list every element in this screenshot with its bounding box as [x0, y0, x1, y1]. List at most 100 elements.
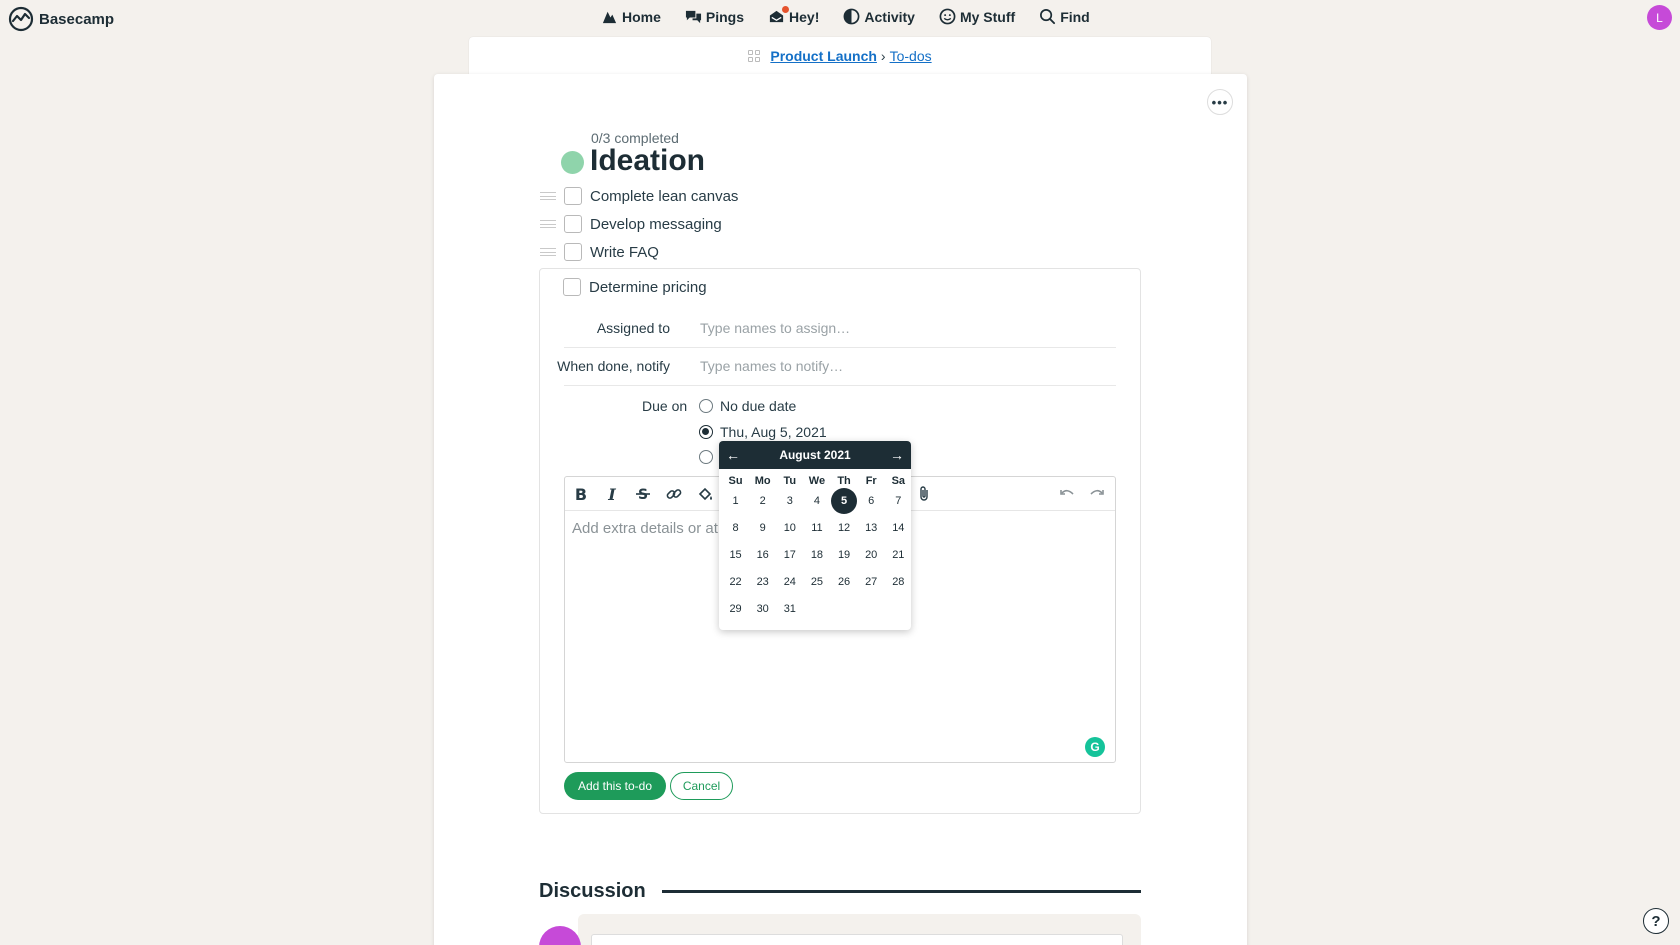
- date-picker: ← August 2021 → Su Mo Tu We Th Fr Sa 1 2 3 4 5 6 7 8 9 1…: [719, 441, 911, 630]
- nav-activity[interactable]: Activity: [843, 8, 915, 25]
- weekday-header: Tu: [783, 475, 797, 487]
- new-todo-title-input[interactable]: Determine pricing: [589, 279, 707, 296]
- link-icon[interactable]: [664, 484, 684, 504]
- radio-button[interactable]: [699, 450, 713, 464]
- calendar-day[interactable]: 2: [749, 487, 776, 514]
- calendar-day[interactable]: 17: [776, 541, 803, 568]
- strikethrough-icon[interactable]: S: [633, 484, 653, 504]
- todo-checkbox[interactable]: [564, 243, 582, 261]
- assigned-to-input[interactable]: Type names to assign…: [700, 320, 850, 336]
- calendar-day[interactable]: 31: [776, 595, 803, 622]
- calendar-day[interactable]: 23: [749, 568, 776, 595]
- undo-icon[interactable]: [1057, 484, 1077, 504]
- new-todo-checkbox[interactable]: [563, 278, 581, 296]
- more-options-button[interactable]: •••: [1207, 89, 1233, 115]
- calendar-day-number: 14: [892, 521, 905, 534]
- todo-checkbox[interactable]: [564, 215, 582, 233]
- attachment-icon[interactable]: [915, 484, 935, 504]
- due-option-label[interactable]: Thu, Aug 5, 2021: [720, 424, 827, 440]
- weekday-header: Sa: [891, 475, 906, 487]
- notify-input[interactable]: Type names to notify…: [700, 358, 843, 374]
- todo-checkbox[interactable]: [564, 187, 582, 205]
- calendar-day[interactable]: 30: [749, 595, 776, 622]
- highlight-icon[interactable]: [695, 484, 715, 504]
- drag-handle-icon[interactable]: [540, 220, 556, 228]
- project-grid-icon[interactable]: [748, 50, 761, 62]
- calendar-day[interactable]: 10: [776, 514, 803, 541]
- italic-icon[interactable]: I: [602, 484, 622, 504]
- calendar-day[interactable]: 22: [722, 568, 749, 595]
- activity-icon: [843, 8, 860, 25]
- weekday-header: We: [808, 475, 826, 487]
- calendar-day-number: 21: [892, 548, 905, 561]
- drag-handle-icon[interactable]: [540, 248, 556, 256]
- calendar-day[interactable]: 19: [831, 541, 858, 568]
- new-todo-title-row: Determine pricing: [563, 278, 707, 296]
- my-stuff-icon: [939, 8, 956, 25]
- calendar-day[interactable]: 14: [885, 514, 912, 541]
- redo-icon[interactable]: [1087, 484, 1107, 504]
- prev-month-button[interactable]: ←: [726, 447, 740, 463]
- calendar-day[interactable]: 16: [749, 541, 776, 568]
- help-button[interactable]: ?: [1643, 908, 1669, 934]
- list-title[interactable]: Ideation: [590, 144, 705, 178]
- nav-find[interactable]: Find: [1039, 8, 1090, 25]
- calendar-day[interactable]: 26: [831, 568, 858, 595]
- breadcrumb-section-link[interactable]: To-dos: [890, 48, 932, 64]
- calendar-day[interactable]: 8: [722, 514, 749, 541]
- calendar-day-number: 9: [759, 521, 766, 534]
- calendar-day-number: 24: [783, 575, 796, 588]
- todo-label[interactable]: Write FAQ: [590, 244, 659, 261]
- calendar-day[interactable]: 1: [722, 487, 749, 514]
- calendar-day[interactable]: 6: [858, 487, 885, 514]
- todo-label[interactable]: Complete lean canvas: [590, 188, 738, 205]
- comment-input[interactable]: [591, 934, 1123, 945]
- todo-label[interactable]: Develop messaging: [590, 216, 722, 233]
- add-todo-button[interactable]: Add this to-do: [564, 772, 666, 800]
- drag-handle-icon[interactable]: [540, 192, 556, 200]
- radio-button[interactable]: [699, 399, 713, 413]
- calendar-day[interactable]: 13: [858, 514, 885, 541]
- nav-home[interactable]: Home: [601, 8, 661, 25]
- due-option-none[interactable]: No due date: [699, 398, 796, 414]
- breadcrumb-project-link[interactable]: Product Launch: [770, 48, 877, 64]
- nav-find-label: Find: [1060, 8, 1090, 25]
- calendar-grid: Su Mo Tu We Th Fr Sa 1 2 3 4 5 6 7 8 9 10 11 12 13 14 15 16 17 1…: [719, 469, 911, 622]
- nav-hey[interactable]: Hey!: [768, 6, 819, 25]
- radio-button-checked[interactable]: [699, 425, 713, 439]
- calendar-day[interactable]: 25: [803, 568, 830, 595]
- calendar-day-number: 13: [865, 521, 878, 534]
- calendar-day-selected[interactable]: 5: [831, 487, 858, 514]
- calendar-day-number: 15: [729, 548, 742, 561]
- calendar-day[interactable]: 21: [885, 541, 912, 568]
- calendar-day[interactable]: 12: [831, 514, 858, 541]
- calendar-day[interactable]: 28: [885, 568, 912, 595]
- calendar-day[interactable]: 15: [722, 541, 749, 568]
- grammarly-icon[interactable]: G: [1085, 737, 1105, 757]
- calendar-day-number: 8: [732, 521, 739, 534]
- calendar-day[interactable]: 3: [776, 487, 803, 514]
- calendar-day-number: 30: [756, 602, 769, 615]
- basecamp-logo[interactable]: Basecamp: [8, 6, 114, 32]
- due-option-date[interactable]: Thu, Aug 5, 2021: [699, 424, 827, 440]
- nav-my-stuff[interactable]: My Stuff: [939, 8, 1015, 25]
- due-option-range[interactable]: [699, 450, 720, 464]
- calendar-day[interactable]: 20: [858, 541, 885, 568]
- calendar-day[interactable]: 7: [885, 487, 912, 514]
- top-bar: Basecamp Home Pings Hey! Activity My Stu…: [0, 0, 1680, 38]
- calendar-day[interactable]: 18: [803, 541, 830, 568]
- calendar-day[interactable]: 24: [776, 568, 803, 595]
- calendar-day[interactable]: 27: [858, 568, 885, 595]
- calendar-day[interactable]: 29: [722, 595, 749, 622]
- calendar-day[interactable]: 11: [803, 514, 830, 541]
- calendar-day[interactable]: 4: [803, 487, 830, 514]
- calendar-day[interactable]: 9: [749, 514, 776, 541]
- due-option-label[interactable]: No due date: [720, 398, 796, 414]
- next-month-button[interactable]: →: [890, 447, 904, 463]
- cancel-button[interactable]: Cancel: [670, 772, 733, 800]
- user-avatar[interactable]: L: [1647, 5, 1672, 30]
- bold-icon[interactable]: B: [571, 484, 591, 504]
- nav-pings[interactable]: Pings: [685, 8, 744, 25]
- nav-activity-label: Activity: [864, 8, 915, 25]
- todo-item: Develop messaging: [540, 215, 722, 233]
